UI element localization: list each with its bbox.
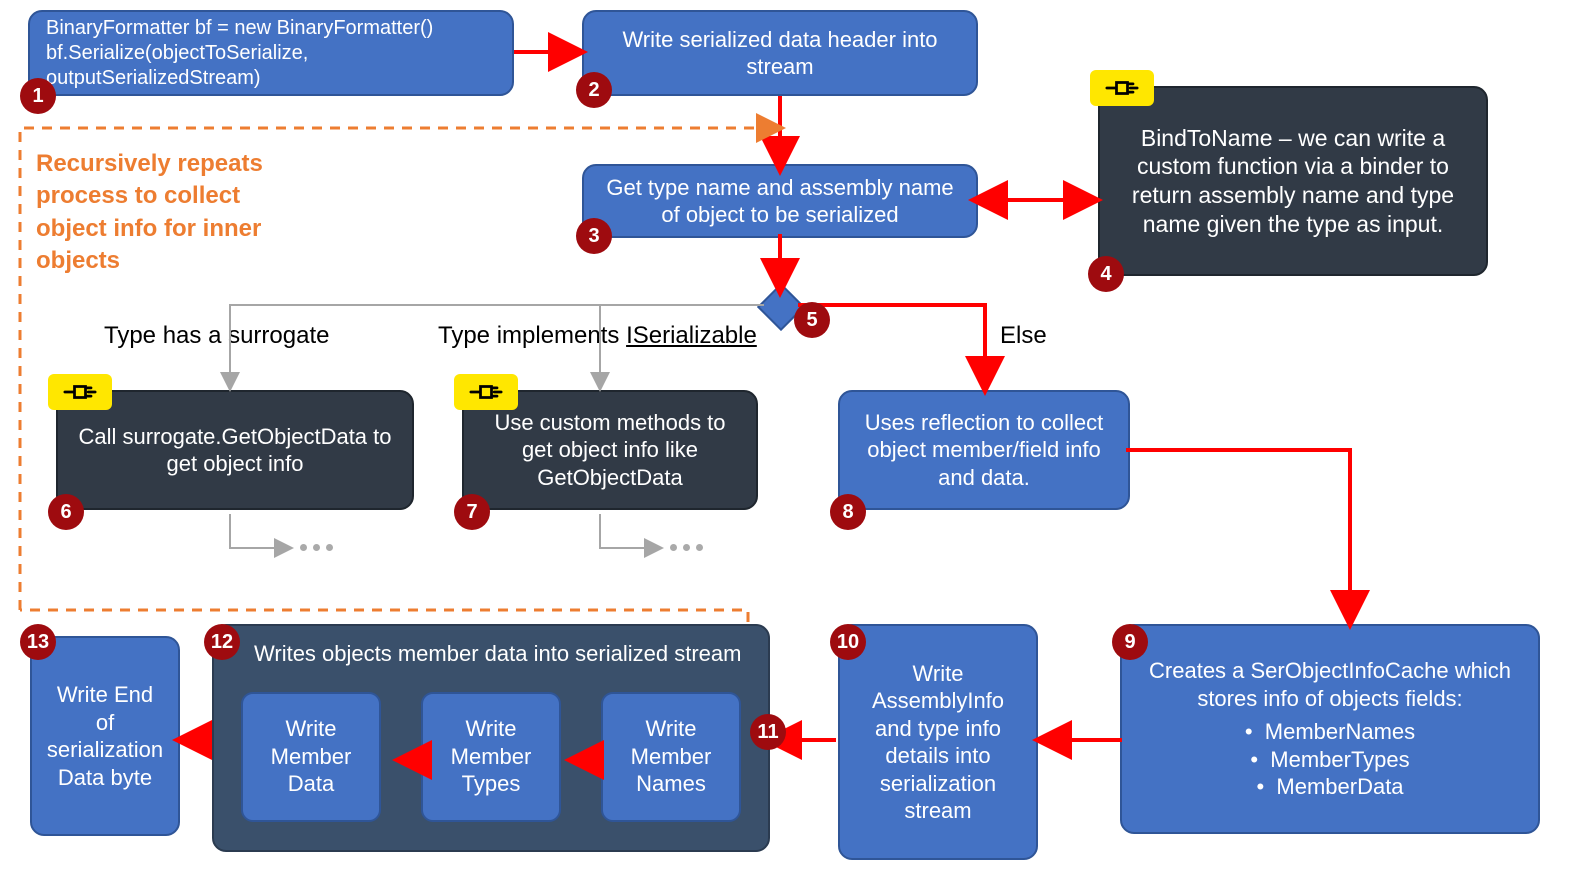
- badge-6: 6: [48, 494, 84, 530]
- code-line-2: bf.Serialize(objectToSerialize, outputSe…: [46, 41, 496, 91]
- badge-13: 13: [20, 624, 56, 660]
- badge-2: 2: [576, 72, 612, 108]
- badge-10: 10: [830, 624, 866, 660]
- code-line-1: BinaryFormatter bf = new BinaryFormatter…: [46, 16, 496, 41]
- inner-write-member-types: Write Member Types: [421, 692, 561, 822]
- n9-bullet-2: MemberTypes: [1270, 747, 1409, 772]
- node-serobjectinfocache: Creates a SerObjectInfoCache which store…: [1120, 624, 1540, 834]
- badge-11: 11: [750, 714, 786, 750]
- badge-9: 9: [1112, 624, 1148, 660]
- n12-title: Writes objects member data into serializ…: [254, 640, 750, 668]
- node-write-header: Write serialized data header into stream: [582, 10, 978, 96]
- node-write-assemblyinfo: Write AssemblyInfo and type info details…: [838, 624, 1038, 860]
- ellipsis-7: [670, 544, 703, 551]
- plug-icon-surrogate: [48, 374, 112, 410]
- n9-bullet-1: MemberNames: [1265, 719, 1415, 744]
- recursion-label: Recursively repeats process to collect o…: [36, 148, 316, 278]
- branch-label-surrogate: Type has a surrogate: [104, 322, 329, 350]
- node-code-init: BinaryFormatter bf = new BinaryFormatter…: [28, 10, 514, 96]
- node-write-member-data-container: Writes objects member data into serializ…: [212, 624, 770, 852]
- branch-label-else: Else: [1000, 322, 1047, 350]
- node-get-typename: Get type name and assembly name of objec…: [582, 164, 978, 238]
- branch-label-iserializable: Type implements ISerializable: [438, 322, 757, 350]
- badge-1: 1: [20, 78, 56, 114]
- n9-bullet-3: MemberData: [1276, 774, 1403, 799]
- badge-5: 5: [794, 302, 830, 338]
- badge-12: 12: [204, 624, 240, 660]
- badge-8: 8: [830, 494, 866, 530]
- ellipsis-6: [300, 544, 333, 551]
- plug-icon-iserializable: [454, 374, 518, 410]
- badge-3: 3: [576, 218, 612, 254]
- inner-write-member-data: Write Member Data: [241, 692, 381, 822]
- node-write-end: Write End of serialization Data byte: [30, 636, 180, 836]
- plug-icon-bindtoname: [1090, 70, 1154, 106]
- n9-title: Creates a SerObjectInfoCache which store…: [1138, 657, 1522, 712]
- badge-7: 7: [454, 494, 490, 530]
- inner-write-member-names: Write Member Names: [601, 692, 741, 822]
- node-reflection: Uses reflection to collect object member…: [838, 390, 1130, 510]
- node-bindtoname: BindToName – we can write a custom funct…: [1098, 86, 1488, 276]
- badge-4: 4: [1088, 256, 1124, 292]
